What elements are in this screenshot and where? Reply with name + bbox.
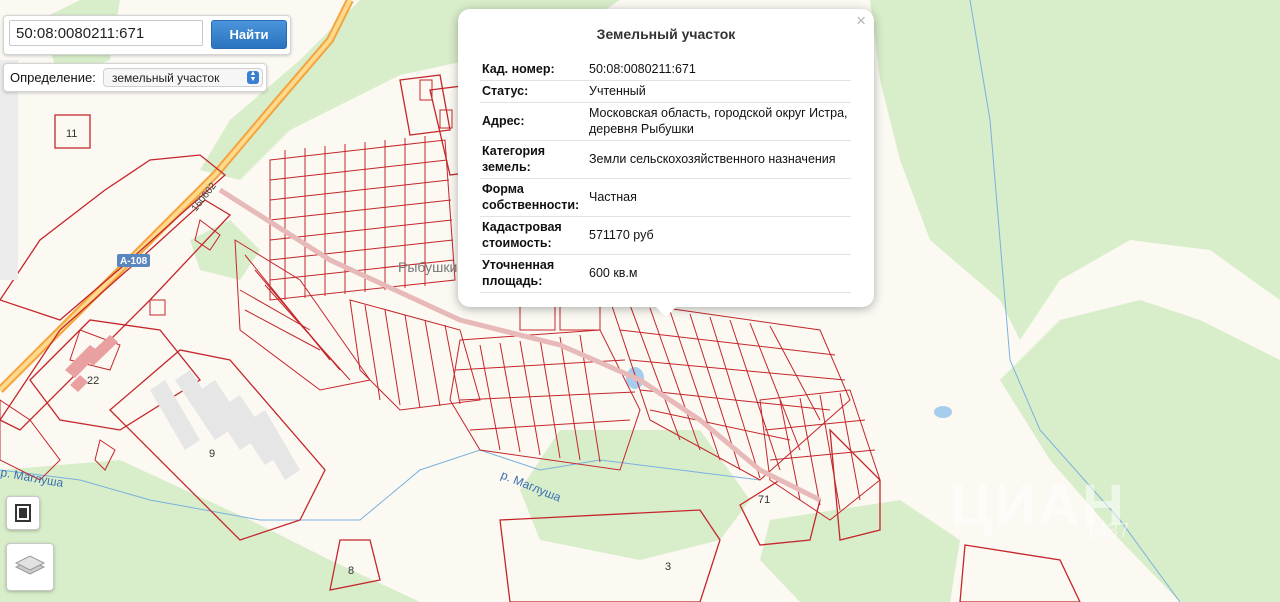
parcel-info-popup: × Земельный участок Кад. номер: 50:08:00… [458,9,874,307]
popup-pointer [654,305,678,317]
parcel-number: 8 [348,565,354,577]
parcel-info-table: Кад. номер: 50:08:0080211:671 Статус: Уч… [480,59,851,293]
info-key: Адрес: [480,102,587,141]
info-row: Форма собственности: Частная [480,178,851,217]
info-value: Московская область, городской округ Истр… [587,102,851,141]
fullscreen-button[interactable] [6,496,40,530]
search-panel: Найти [3,15,291,55]
village-label: Рыбушки [398,259,457,275]
info-key: Форма собственности: [480,178,587,217]
layers-icon [14,555,46,575]
pond [934,406,952,418]
info-value: 571170 руб [587,216,851,255]
popup-title: Земельный участок [596,26,736,42]
info-row: Уточненная площадь: 600 кв.м [480,254,851,293]
road-shield: А-108 [120,256,148,267]
fullscreen-icon [15,504,31,522]
info-value: Частная [587,178,851,217]
info-row: Категория земель: Земли сельскохозяйстве… [480,140,851,179]
parcel-number: 71 [758,494,770,506]
info-row: Кадастровая стоимость: 571170 руб [480,216,851,255]
info-value: 600 кв.м [587,254,851,293]
watermark-code: 1437 [1085,520,1130,542]
info-key: Категория земель: [480,140,587,179]
info-value: Учтенный [587,80,851,103]
definition-label: Определение: [10,70,96,85]
info-row: Статус: Учтенный [480,80,851,103]
parcel-number: 3 [665,561,671,573]
info-value: 50:08:0080211:671 [587,59,851,81]
info-key: Уточненная площадь: [480,254,587,293]
definition-panel: Определение: земельный участок ▲ ▼ [3,63,267,92]
parcel-number: 11 [66,128,77,140]
definition-selected-value: земельный участок [112,71,220,85]
info-key: Статус: [480,80,587,103]
parcel-number: 9 [209,448,215,460]
definition-select[interactable]: земельный участок ▲ ▼ [103,68,263,87]
select-arrows-icon: ▲ ▼ [247,70,259,84]
cadastral-search-input[interactable] [9,20,203,46]
map-edge-area [0,60,18,280]
info-key: Кадастровая стоимость: [480,216,587,255]
info-key: Кад. номер: [480,59,587,81]
find-button[interactable]: Найти [211,20,287,49]
layers-button[interactable] [6,543,54,591]
info-row: Адрес: Московская область, городской окр… [480,102,851,141]
parcel-number: 22 [87,375,99,387]
info-row: Кад. номер: 50:08:0080211:671 [480,59,851,81]
info-value: Земли сельскохозяйственного назначения [587,140,851,179]
